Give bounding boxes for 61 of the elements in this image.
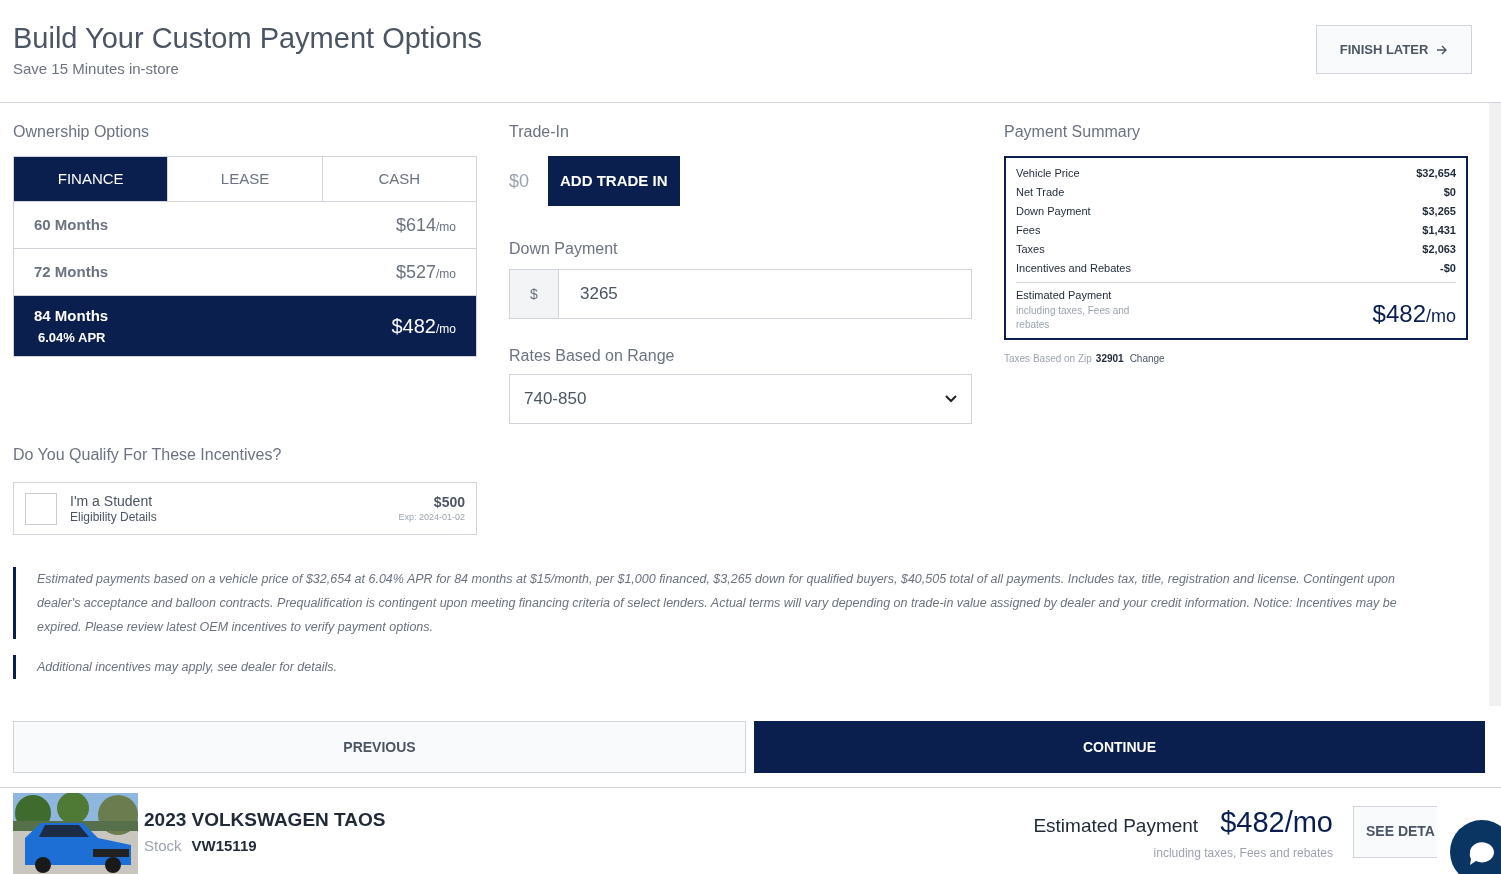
summary-label: Incentives and Rebates (1016, 261, 1131, 277)
scrollbar[interactable] (1489, 103, 1501, 706)
summary-label: Fees (1016, 223, 1041, 239)
zip-label: Taxes Based on Zip (1004, 351, 1092, 366)
chat-bubble-icon[interactable] (1450, 820, 1501, 874)
finish-later-button[interactable]: FINISH LATER (1316, 25, 1472, 74)
term-label: 60 Months (34, 214, 109, 235)
currency-prefix: $ (509, 269, 559, 319)
eligibility-link[interactable]: Eligibility Details (70, 509, 386, 525)
estimate-label: Estimated Payment (1033, 813, 1199, 838)
summary-label: Net Trade (1016, 185, 1065, 201)
stock-number: VW15119 (191, 835, 257, 856)
section-heading: Trade-In (509, 122, 570, 142)
vehicle-name: 2023 VOLKSWAGEN TAOS (144, 808, 386, 832)
checkbox[interactable] (25, 492, 57, 525)
section-heading: Do You Qualify For These Incentives? (13, 445, 283, 465)
estimate-label: Estimated Payment (1016, 288, 1113, 303)
summary-value: $1,431 (1422, 223, 1456, 239)
estimate-price: $482/mo (1372, 298, 1456, 329)
chevron-down-icon (945, 395, 957, 403)
term-price: $482/mo (391, 314, 456, 339)
estimate-note: including taxes, Fees and rebates (1153, 845, 1333, 863)
section-heading: Ownership Options (13, 122, 151, 142)
arrow-right-icon (1436, 43, 1449, 56)
estimate-price: $482/mo (1220, 804, 1333, 840)
summary-value: $2,063 (1422, 242, 1456, 258)
add-trade-in-button[interactable]: ADD TRADE IN (548, 156, 680, 206)
term-price: $614/mo (395, 213, 456, 237)
down-payment-field[interactable]: 3265 (559, 269, 972, 319)
summary-label: Vehicle Price (1016, 166, 1080, 182)
term-label: 72 Months (34, 261, 109, 282)
page-title: Build Your Custom Payment Options (13, 21, 483, 56)
estimate-note: including taxes, Fees and rebates (1016, 303, 1131, 332)
term-option[interactable]: 84 Months 6.04% APR $482/mo (14, 295, 476, 356)
zip-code: 32901 (1095, 351, 1124, 366)
summary-label: Down Payment (1016, 204, 1091, 220)
expiry-date: Exp: 2024-01-02 (398, 510, 465, 524)
rate-range-dropdown[interactable]: 740-850 (509, 374, 972, 424)
apr-label: 6.04% APR (37, 328, 107, 347)
stock-label: Stock (144, 835, 182, 856)
page-subtitle: Save 15 Minutes in-store (13, 59, 180, 79)
continue-button[interactable]: CONTINUE (754, 721, 1485, 773)
section-heading: Payment Summary (1004, 122, 1142, 142)
incentive-amount: $500 (433, 492, 465, 511)
term-price: $527/mo (395, 260, 456, 284)
summary-value: $32,654 (1416, 166, 1456, 182)
section-heading: Rates Based on Range (509, 346, 676, 366)
ownership-tab[interactable]: FINANCE (14, 157, 168, 201)
disclaimer-text: Additional incentives may apply, see dealer for details. (13, 655, 1488, 679)
disclaimer-text: Estimated payments based on a vehicle price of $32,654 at 6.04% APR for 84 months at $15/month, per $1,000 financed, $3,265 down for qualified buyers, $40,505 total of all payments. Includes tax, title, registration and license. Contingent upon dealer's acceptance and balloon contracts. Prequalification is contingent upon meeting financing criteria of select lenders. Actual terms will vary depending on trade-in value assigned by dealer and your credit information. Notice: Incentives may be expired. Please review latest OEM incentives to verify payment options. (13, 567, 1488, 639)
incentive-title: I'm a Student (70, 492, 154, 510)
previous-button[interactable]: PREVIOUS (13, 721, 746, 773)
section-heading: Down Payment (509, 239, 619, 259)
change-zip-link[interactable]: Change (1129, 350, 1165, 366)
summary-value: $3,265 (1422, 204, 1456, 220)
summary-value: -$0 (1440, 261, 1456, 277)
summary-label: Taxes (1016, 242, 1045, 258)
summary-value: $0 (1443, 185, 1456, 201)
term-label: 84 Months (34, 306, 109, 326)
trade-in-value: $0 (509, 169, 530, 193)
see-details-button[interactable]: SEE DETA (1353, 805, 1437, 858)
